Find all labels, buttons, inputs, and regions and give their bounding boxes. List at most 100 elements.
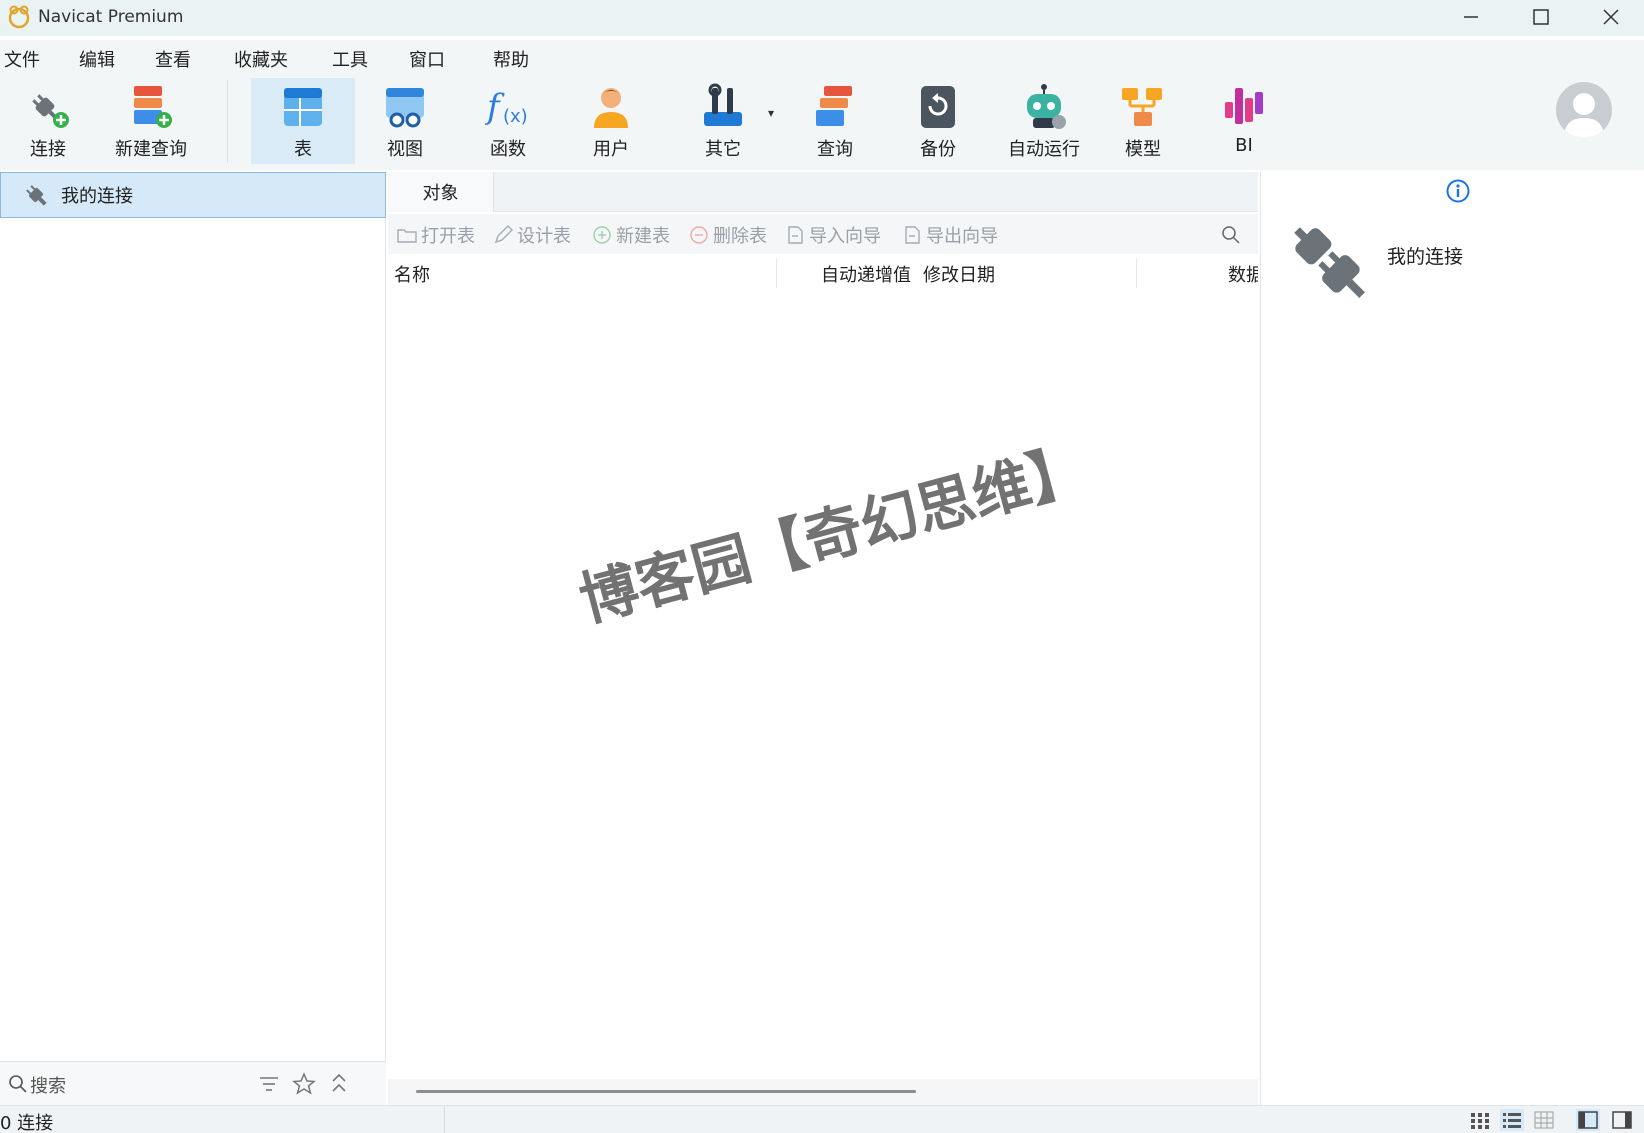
user-avatar[interactable] — [1556, 82, 1612, 138]
column-data[interactable]: 数据 — [1228, 261, 1258, 287]
window-title: Navicat Premium — [38, 7, 184, 27]
export-icon — [905, 226, 920, 244]
design-table-label: 设计表 — [517, 226, 571, 247]
menu-tools[interactable]: 工具 — [332, 46, 368, 72]
model-button[interactable]: 模型 — [1095, 78, 1191, 164]
info-icon[interactable] — [1445, 178, 1471, 204]
svg-text:f: f — [484, 87, 505, 127]
main-toolbar: 连接 新建查询 表 视图 f (x) 函数 用户 其它 ▾ 查询 备份 自动运行… — [0, 74, 1644, 170]
minus-circle-icon — [690, 226, 708, 244]
menu-window[interactable]: 窗口 — [409, 46, 445, 72]
user-button[interactable]: 用户 — [563, 78, 659, 164]
column-divider[interactable] — [1136, 258, 1137, 288]
automation-button[interactable]: 自动运行 — [992, 78, 1096, 164]
column-name[interactable]: 名称 — [394, 261, 430, 287]
column-divider[interactable] — [776, 258, 777, 288]
query-button[interactable]: 查询 — [787, 78, 883, 164]
connect-label: 连接 — [30, 139, 66, 160]
tools-icon — [704, 83, 742, 126]
menu-help[interactable]: 帮助 — [493, 46, 529, 72]
scrollbar-thumb[interactable] — [416, 1090, 916, 1093]
grid-view-icon[interactable] — [1468, 1109, 1492, 1131]
folder-open-icon — [397, 229, 417, 243]
info-pane: 我的连接 — [1260, 172, 1644, 1105]
close-icon — [1603, 9, 1619, 25]
maximize-button[interactable] — [1506, 0, 1576, 34]
export-wizard-button[interactable]: 导出向导 — [901, 222, 998, 248]
toolbar-separator — [227, 80, 228, 162]
tree-search-input[interactable]: 搜索 — [30, 1072, 66, 1098]
minimize-icon — [1464, 16, 1478, 18]
delete-table-button[interactable]: 删除表 — [688, 222, 767, 248]
import-icon — [788, 226, 803, 244]
new-query-icon — [134, 86, 172, 128]
user-label: 用户 — [593, 139, 629, 160]
horizontal-scrollbar[interactable] — [388, 1079, 1258, 1105]
filter-icon[interactable] — [258, 1073, 280, 1095]
backup-button[interactable]: 备份 — [890, 78, 986, 164]
toggle-right-panel-icon[interactable] — [1610, 1109, 1634, 1131]
delete-table-label: 删除表 — [713, 226, 767, 247]
robot-icon — [1027, 84, 1066, 129]
function-label: 函数 — [490, 139, 526, 160]
menu-bar: 文件 编辑 查看 收藏夹 工具 窗口 帮助 — [0, 40, 1644, 74]
collapse-icon[interactable] — [328, 1072, 350, 1094]
status-bar: 0 连接 — [0, 1105, 1644, 1133]
new-table-button[interactable]: 新建表 — [591, 222, 670, 248]
object-search-icon[interactable] — [1220, 224, 1242, 246]
other-dropdown-arrow-icon[interactable]: ▾ — [768, 106, 774, 120]
close-button[interactable] — [1576, 0, 1644, 34]
menu-file[interactable]: 文件 — [4, 46, 40, 72]
selected-connection-name: 我的连接 — [1387, 246, 1464, 268]
open-table-button[interactable]: 打开表 — [396, 222, 475, 248]
detail-view-icon[interactable] — [1532, 1109, 1556, 1131]
list-view-icon[interactable] — [1500, 1109, 1524, 1131]
bi-chart-icon — [1225, 88, 1263, 124]
connection-group-label: 我的连接 — [61, 186, 133, 207]
new-query-button[interactable]: 新建查询 — [102, 78, 200, 164]
bi-button[interactable]: BI — [1196, 78, 1292, 164]
other-label: 其它 — [705, 139, 741, 160]
backup-label: 备份 — [920, 139, 956, 160]
connection-group-item[interactable]: 我的连接 — [0, 172, 386, 218]
tab-objects[interactable]: 对象 — [388, 172, 494, 212]
model-icon — [1122, 88, 1162, 126]
pencil-icon — [494, 225, 513, 244]
svg-text:(x): (x) — [503, 106, 528, 127]
new-query-label: 新建查询 — [115, 139, 187, 160]
view-icon — [386, 88, 424, 128]
menu-edit[interactable]: 编辑 — [79, 46, 115, 72]
backup-icon — [921, 86, 955, 128]
bi-label: BI — [1235, 135, 1253, 156]
user-icon — [594, 88, 628, 128]
column-auto-increment[interactable]: 自动递增值 — [821, 261, 911, 287]
plug-icon — [26, 185, 47, 206]
minimize-button[interactable] — [1436, 0, 1506, 34]
import-wizard-label: 导入向导 — [809, 226, 881, 247]
table-label: 表 — [294, 139, 312, 160]
design-table-button[interactable]: 设计表 — [492, 222, 571, 248]
plus-circle-icon — [593, 226, 611, 244]
status-separator — [444, 1106, 445, 1133]
menu-favorites[interactable]: 收藏夹 — [234, 46, 288, 72]
menu-view[interactable]: 查看 — [155, 46, 191, 72]
new-table-label: 新建表 — [616, 226, 670, 247]
connection-tree-pane: 我的连接 搜索 — [0, 172, 386, 1105]
object-pane: 对象 打开表 设计表 新建表 删除表 导入向导 导出向导 名称 自动递增值 修改… — [388, 172, 1258, 1105]
navicat-logo-icon — [8, 5, 30, 29]
function-button[interactable]: f (x) 函数 — [460, 78, 556, 164]
star-icon[interactable] — [292, 1072, 316, 1096]
view-button[interactable]: 视图 — [357, 78, 453, 164]
query-icon — [816, 86, 852, 126]
other-button[interactable]: 其它 — [675, 78, 771, 164]
open-table-label: 打开表 — [421, 226, 475, 247]
import-wizard-button[interactable]: 导入向导 — [784, 222, 881, 248]
connect-button[interactable]: 连接 — [0, 78, 96, 164]
object-toolbar: 打开表 设计表 新建表 删除表 导入向导 导出向导 — [388, 214, 1258, 254]
column-modified-date[interactable]: 修改日期 — [923, 261, 995, 287]
model-label: 模型 — [1125, 139, 1161, 160]
toggle-left-panel-icon[interactable] — [1576, 1109, 1600, 1131]
table-button[interactable]: 表 — [251, 78, 355, 164]
object-list-header: 名称 自动递增值 修改日期 数据 — [388, 256, 1258, 290]
export-wizard-label: 导出向导 — [926, 226, 998, 247]
